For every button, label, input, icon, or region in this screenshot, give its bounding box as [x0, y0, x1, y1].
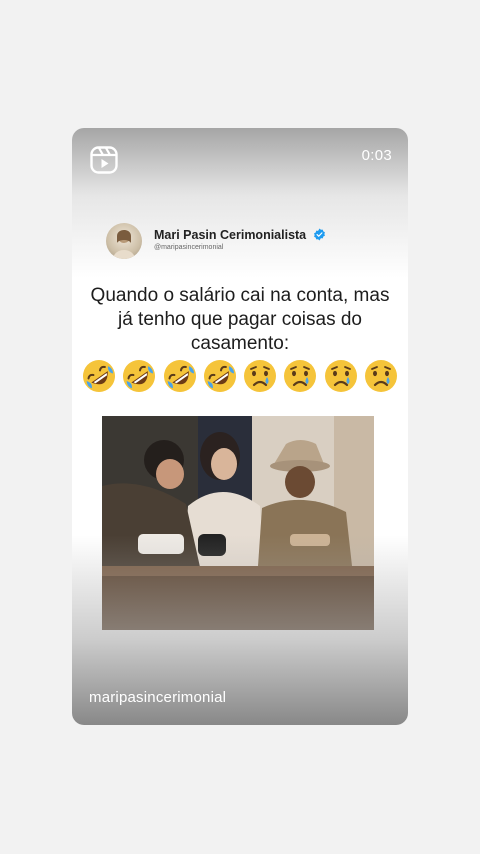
display-name: Mari Pasin Cerimonialista [154, 228, 326, 242]
rolling-laughing-emoji-icon [83, 360, 115, 392]
tweet-text: Quando o salário cai na conta, mas já te… [90, 285, 390, 354]
avatar [106, 223, 142, 259]
crying-face-emoji-icon [324, 360, 357, 392]
rolling-laughing-emoji-icon [203, 360, 236, 392]
crying-face-emoji-icon [244, 360, 277, 392]
reels-icon [90, 146, 118, 174]
rolling-laughing-emoji-icon [123, 360, 156, 392]
emoji-row [81, 358, 399, 394]
crying-face-emoji-icon [364, 360, 397, 392]
crying-face-emoji-icon [284, 360, 317, 392]
handle: @maripasincerimonial [154, 244, 224, 251]
author-username[interactable]: maripasincerimonial [89, 689, 226, 706]
verified-badge-icon [313, 228, 325, 241]
tweet-header: Mari Pasin Cerimonialista @maripasinceri… [106, 223, 386, 263]
video-timer: 0:03 [361, 147, 392, 164]
reel-card[interactable]: Mari Pasin Cerimonialista @maripasinceri… [72, 128, 408, 725]
rolling-laughing-emoji-icon [163, 360, 196, 392]
